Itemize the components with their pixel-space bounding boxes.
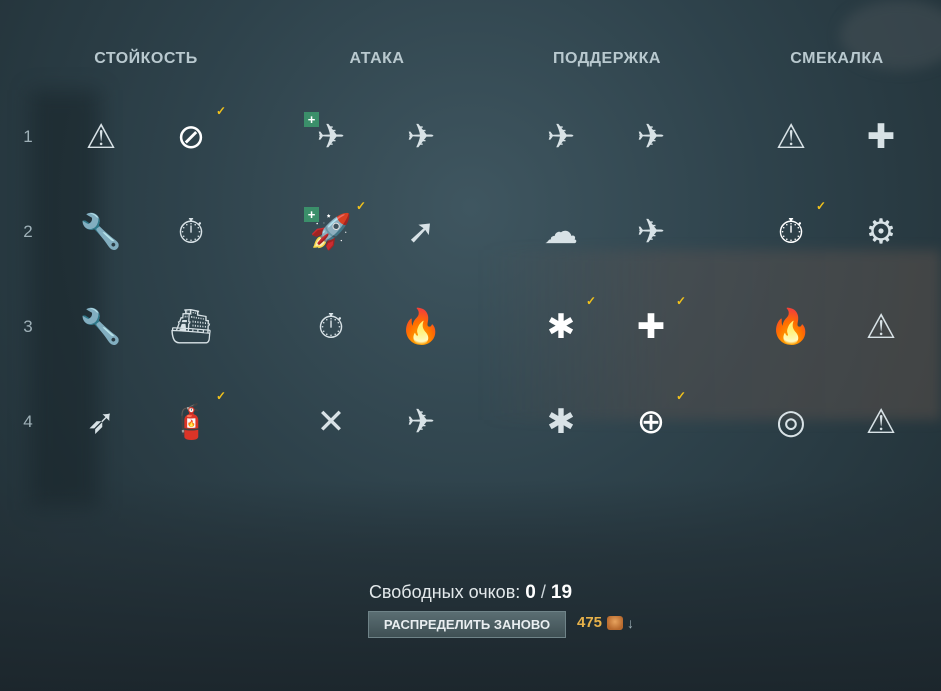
- aa-heal-icon: ✚: [636, 308, 666, 346]
- skill-aa-double-upgrade[interactable]: ✱: [532, 393, 590, 451]
- skill-plane-armor[interactable]: ✈: [622, 108, 680, 166]
- checkmark-icon: ✓: [815, 199, 826, 213]
- skill-gears-wrench[interactable]: ⚙: [852, 203, 910, 261]
- doubloon-icon: [607, 616, 623, 630]
- warning-down-icon: ⚠: [865, 403, 897, 441]
- skill-wrench-timer[interactable]: 🔧: [72, 203, 130, 261]
- shell-upgrade-icon: ➚: [406, 213, 436, 251]
- skill-no-fire[interactable]: ⊘ ✓: [162, 104, 226, 166]
- skill-plane-crosshair[interactable]: ⊕ ✓: [622, 389, 686, 451]
- skill-shell-upgrade[interactable]: ➚: [392, 203, 450, 261]
- detection-warning-icon: ⚠: [775, 118, 807, 156]
- plane-crosshair-icon: ⊕: [636, 403, 666, 441]
- warning-target-icon: ⚠: [85, 118, 117, 156]
- plus-badge-icon: +: [304, 207, 319, 222]
- torpedo-cross-icon: ✕: [316, 403, 346, 441]
- reset-cost: 475: [577, 614, 603, 631]
- skill-ship-timer[interactable]: ⏱ ✓: [762, 199, 826, 261]
- points-current: 0: [525, 582, 536, 603]
- skill-warning-down[interactable]: ⚠: [852, 393, 910, 451]
- plane-target-upgrade-icon: ✈: [636, 213, 666, 251]
- plane-timer-icon: ✈: [406, 118, 436, 156]
- skill-bomb-heal[interactable]: ✚: [852, 108, 910, 166]
- plane-armor-icon: ✈: [636, 118, 666, 156]
- radar-icon: ◎: [776, 403, 806, 441]
- skill-radar[interactable]: ◎: [762, 393, 820, 451]
- free-points-label: Свободных очков: 0 / 19: [0, 582, 941, 604]
- column-title-attack: АТАКА: [349, 50, 405, 67]
- shells-timer-icon: ⏱: [317, 308, 345, 346]
- bomb-heal-icon: ✚: [866, 118, 896, 156]
- fire-detection-icon: 🔥: [769, 308, 813, 346]
- skill-torpedo-cross[interactable]: ✕: [302, 393, 360, 451]
- planes-target-icon: ✈: [546, 118, 576, 156]
- stopwatch-icon: ⏱: [177, 213, 205, 251]
- skill-stopwatch[interactable]: ⏱: [162, 203, 220, 261]
- aa-double-upgrade-icon: ✱: [546, 403, 576, 441]
- column-title-endurance: СТОЙКОСТЬ: [94, 50, 198, 67]
- ship-warning-icon: ⚠: [865, 308, 897, 346]
- smoke-upgrade-icon: ☁: [544, 213, 578, 251]
- skill-ship-upgrade[interactable]: ⛴: [162, 298, 220, 356]
- checkmark-icon: ✓: [675, 389, 686, 403]
- skill-shell-timer[interactable]: ✈ +: [302, 108, 360, 166]
- checkmark-icon: ✓: [675, 294, 686, 308]
- row-number-1: 1: [23, 127, 33, 146]
- checkmark-icon: ✓: [355, 199, 366, 213]
- wrench-upgrade-icon: 🔧: [79, 308, 123, 346]
- skill-fire-extinguisher[interactable]: 🧯 ✓: [162, 389, 226, 451]
- fire-extinguisher-icon: 🧯: [169, 403, 213, 441]
- skill-aa-upgrade[interactable]: ✱ ✓: [532, 294, 596, 356]
- plane-fire-icon: 🔥: [399, 308, 443, 346]
- skill-wrench-upgrade[interactable]: 🔧: [72, 298, 130, 356]
- skill-rocket-launcher[interactable]: 🚀 + ✓: [302, 199, 366, 261]
- skill-planes-target[interactable]: ✈: [532, 108, 590, 166]
- shell-timer-icon: ✈: [316, 118, 346, 156]
- reset-skills-button[interactable]: РАСПРЕДЕЛИТЬ ЗАНОВО: [368, 611, 566, 638]
- skill-warning-target[interactable]: ⚠: [72, 108, 130, 166]
- skill-torpedo-upgrade[interactable]: ➶: [72, 393, 130, 451]
- row-number-4: 4: [23, 412, 33, 431]
- skill-smoke-upgrade[interactable]: ☁: [532, 203, 590, 261]
- column-title-support: ПОДДЕРЖКА: [553, 50, 661, 67]
- ship-timer-icon: ⏱: [777, 213, 805, 251]
- checkmark-icon: ✓: [215, 104, 226, 118]
- ship-upgrade-icon: ⛴: [169, 308, 213, 346]
- torpedo-upgrade-icon: ➶: [86, 403, 116, 441]
- wrench-timer-icon: 🔧: [79, 213, 123, 251]
- aa-upgrade-icon: ✱: [546, 308, 576, 346]
- skill-plane-fire[interactable]: 🔥: [392, 298, 450, 356]
- checkmark-icon: ✓: [585, 294, 596, 308]
- free-points-text: Свободных очков:: [368, 582, 521, 602]
- skill-ship-warning[interactable]: ⚠: [852, 298, 910, 356]
- skill-plane-timer[interactable]: ✈: [392, 108, 450, 166]
- gears-wrench-icon: ⚙: [865, 213, 897, 251]
- planes-upgrade-icon: ✈: [406, 403, 436, 441]
- row-number-3: 3: [23, 317, 33, 336]
- column-title-ingenuity: СМЕКАЛКА: [790, 50, 884, 67]
- skill-detection-warning[interactable]: ⚠: [762, 108, 820, 166]
- skill-shells-timer[interactable]: ⏱: [302, 298, 360, 356]
- points-separator: /: [540, 582, 546, 602]
- no-fire-icon: ⊘: [176, 118, 206, 156]
- row-number-2: 2: [23, 222, 33, 241]
- checkmark-icon: ✓: [215, 389, 226, 403]
- skill-aa-heal[interactable]: ✚ ✓: [622, 294, 686, 356]
- skill-fire-detection[interactable]: 🔥: [762, 298, 820, 356]
- plus-badge-icon: +: [304, 112, 319, 127]
- skill-plane-target-upgrade[interactable]: ✈: [622, 203, 680, 261]
- points-total: 19: [550, 582, 573, 603]
- skill-planes-upgrade[interactable]: ✈: [392, 393, 450, 451]
- down-arrow-icon: ↓: [627, 615, 634, 631]
